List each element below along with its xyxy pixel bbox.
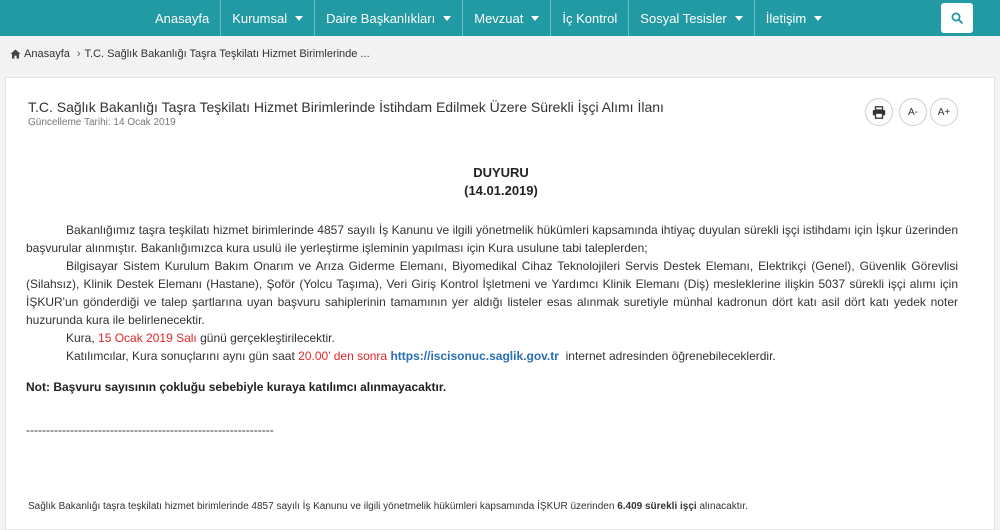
nav-label: İç Kontrol	[562, 10, 618, 26]
printer-icon	[872, 105, 886, 119]
paragraph-positions: Bilgisayar Sistem Kurulum Bakım Onarım v…	[26, 259, 958, 327]
announcement-date: (14.01.2019)	[464, 183, 538, 198]
nav-label: Sosyal Tesisler	[640, 10, 727, 26]
breadcrumb-home-link[interactable]: Anasayfa	[24, 48, 70, 60]
results-suffix: internet adresinden öğrenebileceklerdir.	[565, 349, 776, 363]
breadcrumb-separator-icon: ›	[76, 48, 81, 60]
footer-prefix: Sağlık Bakanlığı taşra teşkilatı hizmet …	[28, 501, 615, 512]
nav-item-sosyal-tesisler[interactable]: Sosyal Tesisler	[628, 0, 753, 36]
search-icon	[951, 12, 963, 24]
nav-label: Kurumsal	[232, 10, 288, 26]
paragraph-draw-date: Kura, 15 Ocak 2019 Salı günü gerçekleşti…	[26, 329, 958, 347]
caret-down-icon	[734, 15, 743, 21]
draw-date-prefix: Kura,	[66, 331, 95, 345]
announcement-body: Bakanlığımız taşra teşkilatı hizmet biri…	[26, 221, 958, 396]
nav-item-kurumsal[interactable]: Kurumsal	[220, 0, 314, 36]
page-title: T.C. Sağlık Bakanlığı Taşra Teşkilatı Hi…	[28, 99, 664, 115]
content-card: T.C. Sağlık Bakanlığı Taşra Teşkilatı Hi…	[5, 77, 995, 530]
results-prefix: Katılımcılar, Kura sonuçlarını aynı gün …	[66, 349, 295, 363]
nav-label: Daire Başkanlıkları	[326, 10, 436, 26]
nav-item-iletisim[interactable]: İletişim	[753, 0, 833, 36]
footer-bold: 6.409 sürekli işçi	[617, 501, 697, 512]
footer-suffix: alınacaktır.	[699, 501, 748, 512]
nav-item-anasayfa[interactable]: Anasayfa	[144, 0, 220, 36]
update-date: 14 Ocak 2019	[113, 117, 176, 128]
caret-down-icon	[295, 15, 304, 21]
nav-label: Anasayfa	[155, 10, 210, 26]
separator-line: ----------------------------------------…	[26, 423, 274, 437]
nav-item-mevzuat[interactable]: Mevzuat	[462, 0, 550, 36]
draw-date-suffix: günü gerçekleştirilecektir.	[200, 331, 335, 345]
paragraph-results: Katılımcılar, Kura sonuçlarını aynı gün …	[26, 347, 958, 365]
results-link[interactable]: https://iscisonuc.saglik.gov.tr	[390, 349, 558, 363]
draw-date: 15 Ocak 2019 Salı	[98, 331, 197, 345]
caret-down-icon	[443, 15, 452, 21]
update-label: Güncelleme Tarihi:	[28, 117, 111, 128]
font-decrease-button[interactable]: A-	[899, 98, 927, 126]
note-text: Not: Başvuru sayısının çokluğu sebebiyle…	[26, 380, 447, 394]
caret-down-icon	[531, 15, 540, 21]
paragraph-intro: Bakanlığımız taşra teşkilatı hizmet biri…	[26, 223, 958, 255]
caret-down-icon	[814, 15, 823, 21]
breadcrumb-current: T.C. Sağlık Bakanlığı Taşra Teşkilatı Hi…	[84, 48, 370, 60]
nav-item-ic-kontrol[interactable]: İç Kontrol	[550, 0, 628, 36]
main-menu: Anasayfa Kurumsal Daire Başkanlıkları Me…	[144, 0, 833, 36]
nav-label: Mevzuat	[474, 10, 524, 26]
nav-item-daire-baskanliklari[interactable]: Daire Başkanlıkları	[314, 0, 462, 36]
nav-label: İletişim	[765, 10, 807, 26]
top-navbar: Anasayfa Kurumsal Daire Başkanlıkları Me…	[0, 0, 1000, 36]
results-time: 20.00’ den sonra	[298, 349, 388, 363]
search-button[interactable]	[941, 3, 973, 33]
update-date-row: Güncelleme Tarihi: 14 Ocak 2019	[28, 117, 176, 128]
breadcrumb: Anasayfa › T.C. Sağlık Bakanlığı Taşra T…	[10, 48, 370, 60]
font-increase-button[interactable]: A+	[930, 98, 958, 126]
announcement-heading: DUYURU	[473, 165, 529, 180]
footer-note: Sağlık Bakanlığı taşra teşkilatı hizmet …	[28, 501, 748, 512]
print-button[interactable]	[865, 98, 893, 126]
home-icon	[10, 49, 21, 59]
